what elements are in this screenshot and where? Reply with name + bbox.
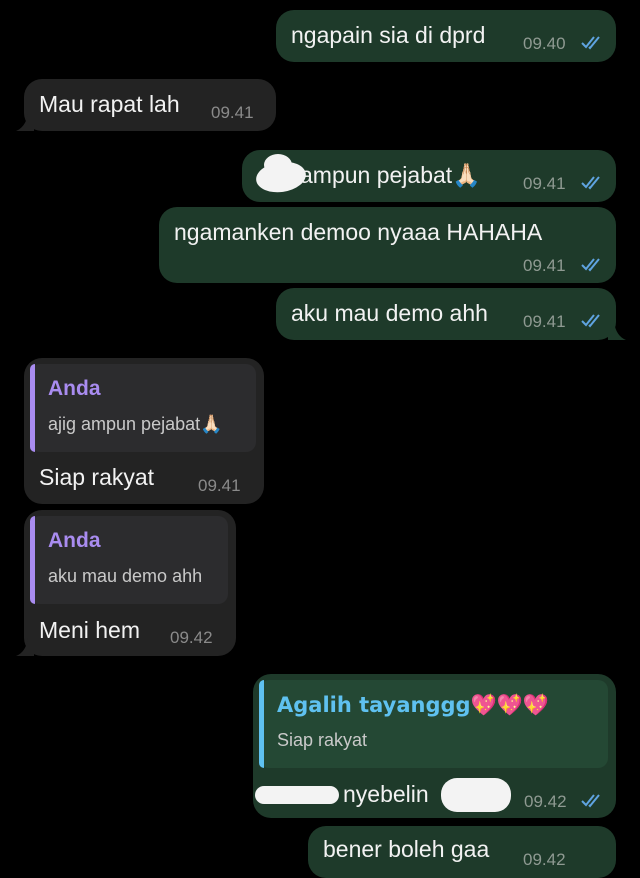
message-time: 09.41 [523, 174, 566, 193]
message-text: Siap rakyat [39, 464, 155, 490]
redaction-scribble [255, 786, 339, 804]
quote-bar [30, 364, 35, 452]
message-time: 09.41 [523, 256, 566, 275]
quote-bar [30, 516, 35, 604]
reply-message-bubble-outgoing[interactable]: Agalih tayanggg💖💖💖 Siap rakyat nyebelin … [253, 674, 616, 818]
double-check-icon [581, 794, 600, 808]
message-text: nyebelin [343, 781, 429, 807]
message-bubble-incoming[interactable]: Mau rapat lah 09.41 [24, 79, 276, 131]
bubble-tail [16, 113, 34, 131]
message-bubble-outgoing[interactable]: ngamanken demoo nyaaa HAHAHA 09.41 [159, 207, 616, 283]
quoted-message[interactable]: Agalih tayanggg💖💖💖 Siap rakyat [259, 680, 608, 768]
message-time: 09.41 [523, 312, 566, 331]
double-check-icon [581, 176, 600, 190]
message-time: 09.42 [170, 628, 213, 647]
message-text: aku mau demo ahh [291, 300, 488, 326]
message-text: ngamanken demoo nyaaa HAHAHA [174, 219, 543, 245]
message-text: ampun pejabat🙏🏻 [300, 162, 481, 188]
message-time: 09.41 [198, 476, 241, 495]
quoted-text: Siap rakyat [277, 730, 368, 750]
quoted-sender-name: Anda [48, 529, 101, 552]
double-check-icon [581, 314, 600, 328]
redaction-scribble [441, 778, 511, 812]
message-text: ngapain sia di dprd [291, 22, 486, 48]
message-time: 09.42 [523, 850, 566, 869]
quoted-sender-name: Anda [48, 377, 101, 400]
quoted-sender-name: Agalih tayanggg💖💖💖 [277, 693, 550, 717]
message-time: 09.41 [211, 103, 254, 122]
message-text: Meni hem [39, 617, 140, 643]
message-bubble-outgoing[interactable]: ampun pejabat🙏🏻 09.41 [242, 150, 616, 202]
message-bubble-outgoing[interactable]: aku mau demo ahh 09.41 [276, 288, 616, 340]
quoted-message[interactable]: Anda ajig ampun pejabat🙏🏻 [30, 364, 256, 452]
message-text: Mau rapat lah [39, 91, 180, 117]
message-text: bener boleh gaa [323, 836, 490, 862]
bubble-tail [608, 322, 626, 340]
message-bubble-outgoing[interactable]: ngapain sia di dprd 09.40 [276, 10, 616, 62]
double-check-icon [581, 258, 600, 272]
message-bubble-outgoing[interactable]: bener boleh gaa 09.42 [308, 826, 616, 878]
quote-bar [259, 680, 264, 768]
quoted-text: ajig ampun pejabat🙏🏻 [48, 414, 223, 434]
quoted-text: aku mau demo ahh [48, 566, 203, 586]
message-time: 09.42 [524, 792, 567, 811]
reply-message-bubble-incoming[interactable]: Anda ajig ampun pejabat🙏🏻 Siap rakyat 09… [24, 358, 264, 504]
redaction-scribble [264, 154, 292, 176]
bubble-tail [16, 638, 34, 656]
reply-message-bubble-incoming[interactable]: Anda aku mau demo ahh Meni hem 09.42 [24, 510, 236, 656]
quoted-message[interactable]: Anda aku mau demo ahh [30, 516, 228, 604]
message-time: 09.40 [523, 34, 566, 53]
double-check-icon [581, 36, 600, 50]
